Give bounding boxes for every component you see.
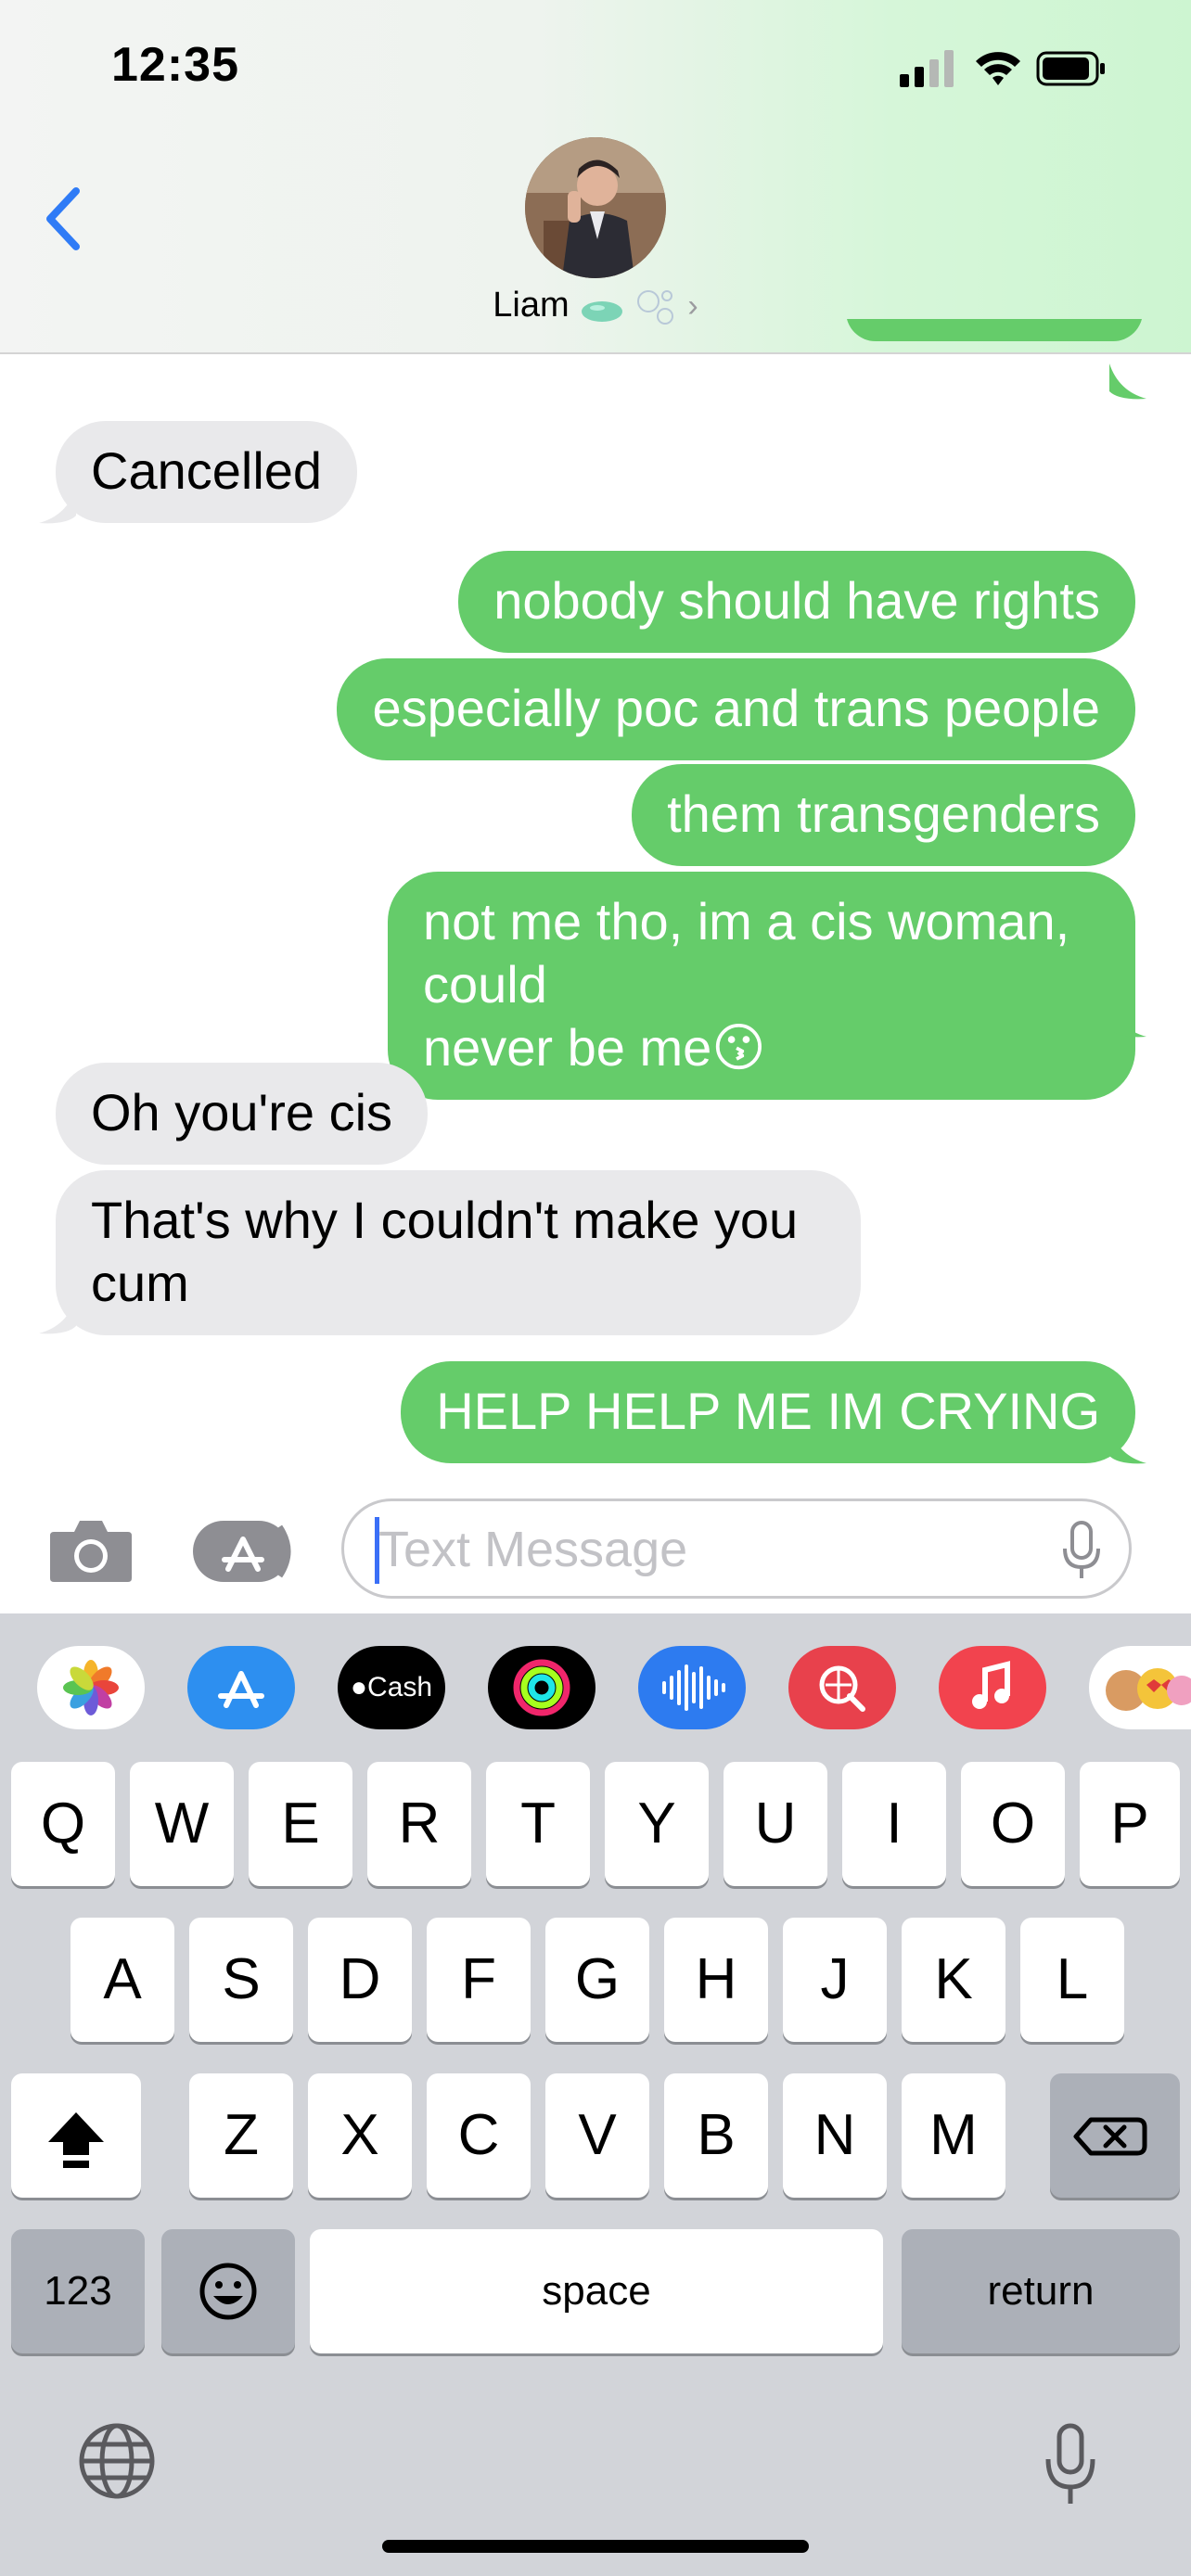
status-time: 12:35 [111,38,239,92]
message-input-placeholder: Text Message [378,1522,688,1577]
key-n[interactable]: N [783,2073,887,2198]
emoji-smiley-icon [199,2263,257,2320]
bubbles-icon [635,287,678,327]
shift-key[interactable] [11,2073,141,2198]
apple-cash-app-icon[interactable]: ●Cash [338,1646,445,1729]
key-b[interactable]: B [664,2073,768,2198]
key-m[interactable]: M [902,2073,1005,2198]
shift-arrow-icon [48,2112,104,2168]
key-u[interactable]: U [724,1762,827,1886]
key-g[interactable]: G [545,1918,649,2042]
voice-memo-app-icon[interactable] [638,1646,746,1729]
key-w[interactable]: W [130,1762,234,1886]
key-z[interactable]: Z [189,2073,293,2198]
return-key[interactable]: return [902,2229,1180,2353]
delete-key[interactable] [1050,2073,1180,2198]
status-icons [900,50,1105,87]
key-f[interactable]: F [427,1918,531,2042]
activity-app-icon[interactable] [488,1646,596,1729]
message-bubble-sent[interactable]: them transgenders [632,764,1135,866]
app-store-button-icon[interactable] [191,1517,299,1586]
key-i[interactable]: I [842,1762,946,1886]
key-q[interactable]: Q [11,1762,115,1886]
avatar-photo [525,137,666,278]
key-x[interactable]: X [308,2073,412,2198]
emoji-key[interactable] [161,2229,295,2353]
message-bubble-received[interactable]: Oh you're cis [56,1063,429,1165]
space-key[interactable]: space [310,2229,883,2353]
key-s[interactable]: S [189,1918,293,2042]
contact-name: Liam [493,286,570,325]
back-chevron-icon[interactable] [41,185,87,252]
key-e[interactable]: E [249,1762,352,1886]
music-app-icon[interactable] [939,1646,1046,1729]
key-o[interactable]: O [961,1762,1065,1886]
key-v[interactable]: V [545,2073,649,2198]
web-search-app-icon[interactable] [788,1646,896,1729]
wifi-icon [976,52,1020,85]
message-bubble-sent[interactable]: nobody should have rights [458,551,1135,653]
soap-icon [579,293,625,322]
camera-icon[interactable] [48,1513,134,1584]
key-t[interactable]: T [486,1762,590,1886]
dictation-mic-icon[interactable] [1057,1521,1106,1580]
key-j[interactable]: J [783,1918,887,2042]
message-bubble-received[interactable]: That's why I couldn't make you cum [56,1170,861,1335]
bubble-tail [1109,1428,1146,1464]
message-bubble-received[interactable]: Cancelled [56,421,358,523]
keyboard-mic-icon[interactable] [1043,2422,1098,2507]
message-bubble-sent[interactable]: HELP HELP ME IM CRYING [401,1361,1135,1463]
key-l[interactable]: L [1020,1918,1124,2042]
backspace-icon [1073,2117,1147,2156]
chevron-right-icon: › [687,288,698,324]
key-h[interactable]: H [664,1918,768,2042]
battery-icon [1036,51,1105,86]
cellular-signal-icon [900,50,954,87]
bubble-tail [1109,363,1146,400]
key-d[interactable]: D [308,1918,412,2042]
contact-avatar[interactable] [525,137,666,278]
home-indicator[interactable] [382,2540,809,2553]
photos-app-icon[interactable] [37,1646,145,1729]
memoji-app-icon[interactable] [1089,1646,1191,1729]
message-bubble-sent[interactable]: especially poc and trans people [337,658,1135,760]
app-store-app-icon[interactable] [187,1646,295,1729]
bubble-tail [39,488,76,524]
bubble-tail [39,1298,76,1334]
key-k[interactable]: K [902,1918,1005,2042]
key-r[interactable]: R [367,1762,471,1886]
bubble-tail [1109,1001,1146,1038]
numbers-key[interactable]: 123 [11,2229,145,2353]
globe-icon[interactable] [78,2422,156,2500]
key-y[interactable]: Y [605,1762,709,1886]
key-p[interactable]: P [1080,1762,1180,1886]
key-a[interactable]: A [70,1918,174,2042]
message-bubble-sent[interactable]: not me tho, im a cis woman, could never … [388,872,1135,1100]
apple-logo-icon: ● [350,1672,368,1702]
key-c[interactable]: C [427,2073,531,2198]
